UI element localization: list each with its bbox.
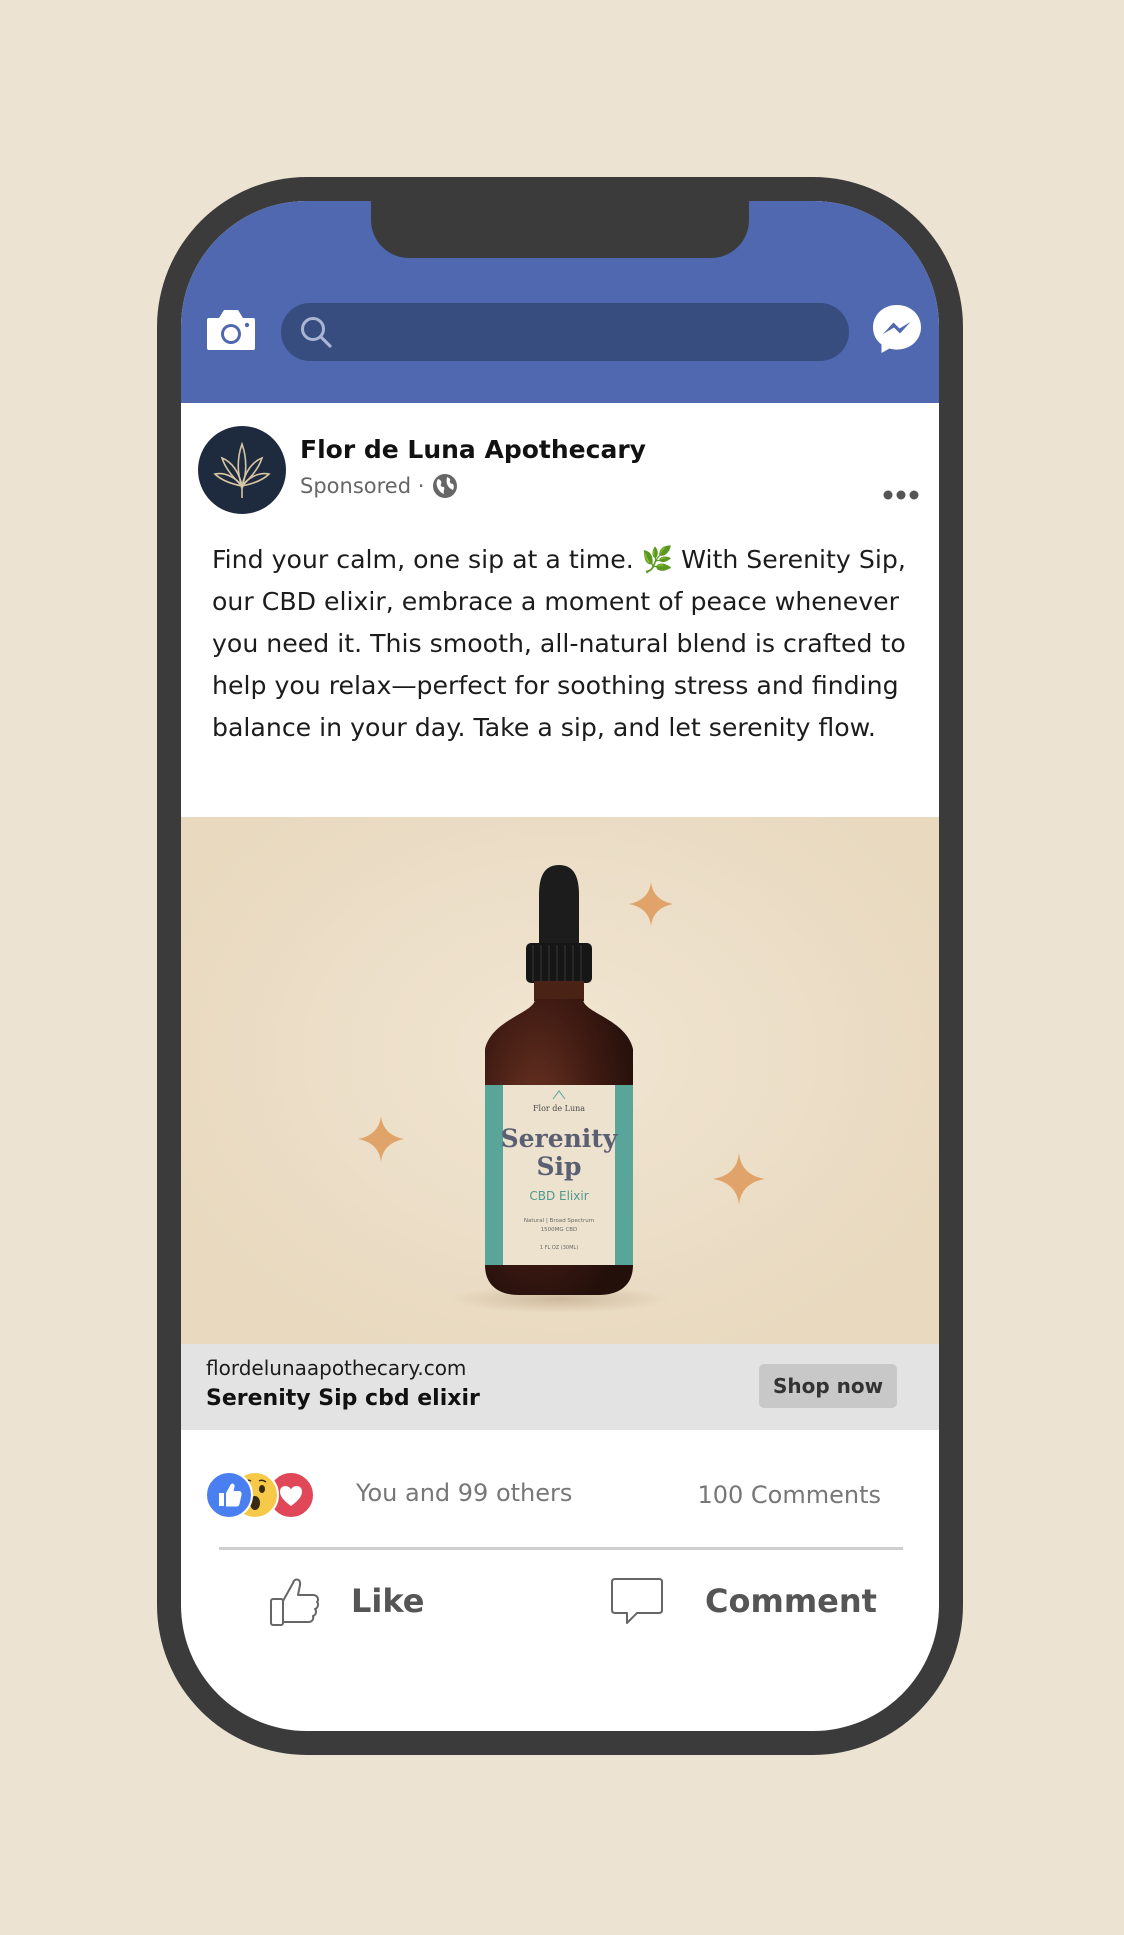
link-preview-bar[interactable]: flordelunaapothecary.com Serenity Sip cb… — [181, 1344, 939, 1430]
shop-now-button[interactable]: Shop now — [759, 1364, 897, 1408]
search-input[interactable] — [343, 311, 837, 355]
comments-count[interactable]: 100 Comments — [697, 1481, 881, 1509]
sparkle-icon — [629, 882, 673, 926]
page-avatar[interactable] — [198, 426, 286, 514]
link-title: Serenity Sip cbd elixir — [206, 1386, 480, 1411]
product-photo: Flor de Luna Serenity Sip CBD Elixir Nat… — [358, 865, 765, 1313]
sparkle-icon — [713, 1153, 765, 1205]
reactions-row: You and 99 others 100 Comments — [181, 1430, 939, 1550]
label-subtitle: CBD Elixir — [529, 1189, 588, 1203]
like-button[interactable]: Like — [267, 1569, 424, 1633]
post-image[interactable]: Flor de Luna Serenity Sip CBD Elixir Nat… — [181, 817, 939, 1344]
messenger-icon[interactable] — [871, 303, 923, 355]
globe-icon — [433, 474, 458, 498]
reaction-count[interactable]: You and 99 others — [356, 1479, 572, 1507]
thumbs-up-icon — [270, 1578, 320, 1626]
search-icon — [301, 317, 332, 348]
like-icon[interactable] — [205, 1471, 253, 1519]
post-header: Flor de Luna Apothecary Sponsored · — [181, 403, 939, 523]
label-detail-2: 1500MG CBD — [541, 1227, 578, 1233]
label-volume: 1 FL OZ (30ML) — [540, 1245, 578, 1251]
comment-bubble-icon — [611, 1578, 663, 1624]
sparkle-icon — [358, 1116, 404, 1162]
comment-label: Comment — [705, 1582, 877, 1620]
like-label: Like — [351, 1582, 425, 1620]
phone-screen: Flor de Luna Apothecary Sponsored · Find… — [181, 201, 939, 1731]
cannabis-leaf-logo-icon — [213, 441, 271, 498]
sponsored-label: Sponsored · — [300, 474, 425, 498]
link-domain: flordelunaapothecary.com — [206, 1356, 467, 1380]
more-options-icon[interactable] — [881, 483, 921, 507]
sponsored-row: Sponsored · — [300, 473, 458, 499]
label-name-line2: Sip — [536, 1152, 581, 1181]
comment-button[interactable]: Comment — [609, 1569, 877, 1633]
phone-notch — [371, 201, 749, 258]
label-detail-1: Natural | Broad Spectrum — [524, 1218, 594, 1224]
phone-frame: Flor de Luna Apothecary Sponsored · Find… — [157, 177, 963, 1755]
action-divider — [219, 1547, 903, 1550]
search-bar[interactable] — [281, 303, 849, 361]
page-name[interactable]: Flor de Luna Apothecary — [300, 435, 646, 464]
label-brand: Flor de Luna — [533, 1104, 585, 1113]
camera-icon[interactable] — [205, 306, 257, 352]
label-name-line1: Serenity — [501, 1124, 619, 1153]
post-text: Find your calm, one sip at a time. 🌿 Wit… — [212, 545, 906, 742]
